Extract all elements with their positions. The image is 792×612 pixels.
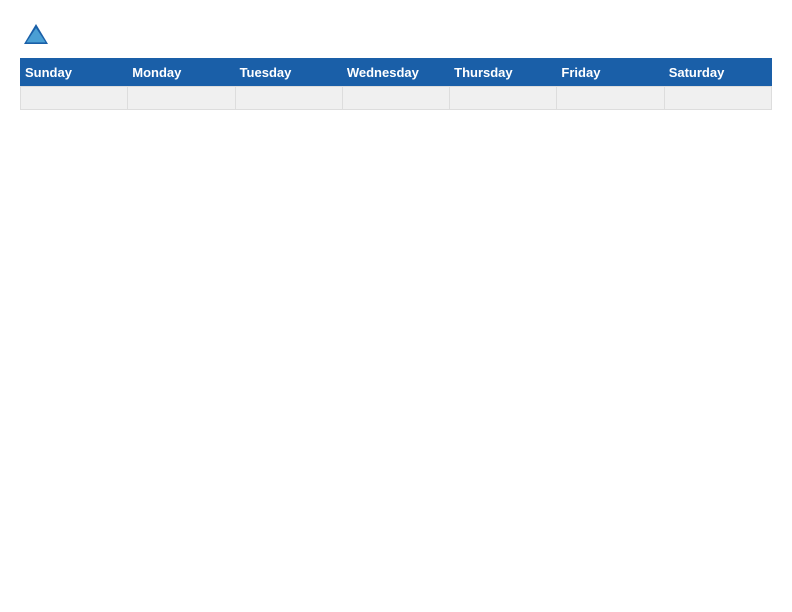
logo bbox=[20, 20, 56, 52]
weekday-header-cell: Monday bbox=[128, 59, 235, 87]
calendar-week-row bbox=[21, 87, 772, 110]
calendar-day-cell bbox=[664, 87, 771, 110]
calendar-day-cell bbox=[235, 87, 342, 110]
weekday-header-row: SundayMondayTuesdayWednesdayThursdayFrid… bbox=[21, 59, 772, 87]
calendar-table: SundayMondayTuesdayWednesdayThursdayFrid… bbox=[20, 58, 772, 110]
weekday-header-cell: Saturday bbox=[664, 59, 771, 87]
weekday-header-cell: Thursday bbox=[450, 59, 557, 87]
calendar-day-cell bbox=[128, 87, 235, 110]
calendar-day-cell bbox=[21, 87, 128, 110]
logo-icon bbox=[20, 20, 52, 52]
calendar-day-cell bbox=[557, 87, 664, 110]
weekday-header-cell: Tuesday bbox=[235, 59, 342, 87]
calendar-day-cell bbox=[342, 87, 449, 110]
weekday-header-cell: Sunday bbox=[21, 59, 128, 87]
header bbox=[20, 20, 772, 52]
calendar-day-cell bbox=[450, 87, 557, 110]
weekday-header-cell: Wednesday bbox=[342, 59, 449, 87]
weekday-header-cell: Friday bbox=[557, 59, 664, 87]
calendar-body bbox=[21, 87, 772, 110]
